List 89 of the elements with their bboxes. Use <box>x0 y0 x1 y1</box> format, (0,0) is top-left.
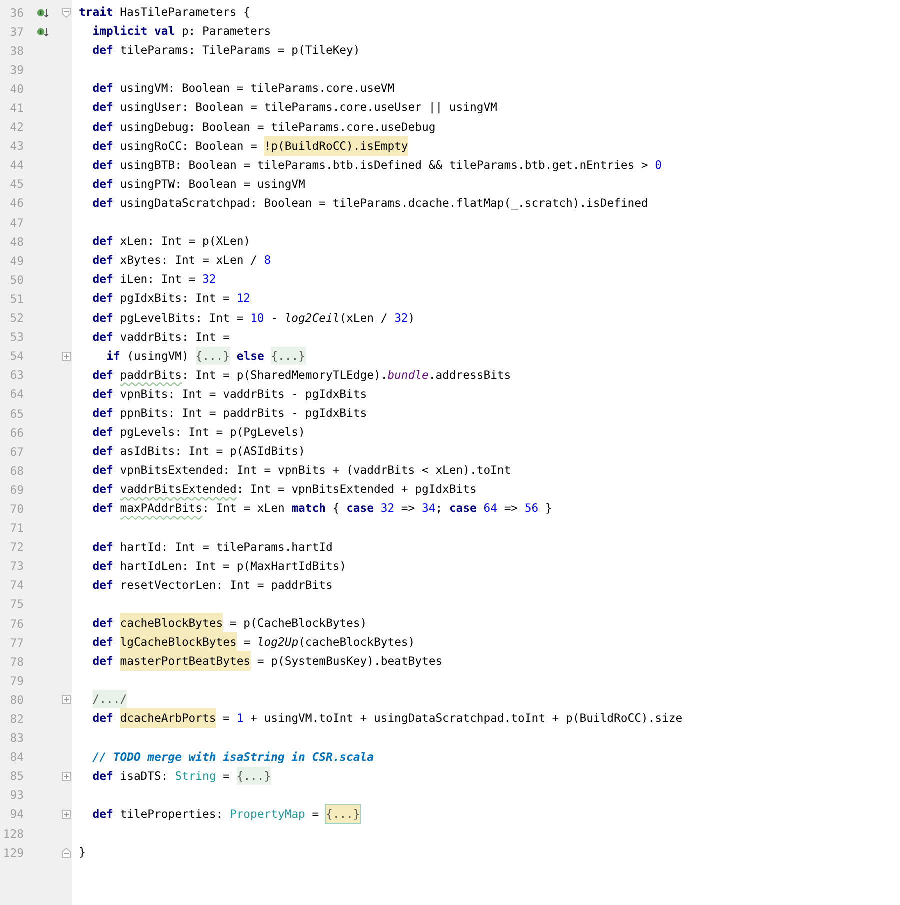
line-number: 54 <box>9 349 24 364</box>
code-line: def ppnBits: Int = paddrBits - pgIdxBits <box>92 404 368 422</box>
code-line: def isaDTS: String = {...} <box>92 766 272 786</box>
code-line: def hartId: Int = tileParams.hartId <box>92 538 333 556</box>
code-line: def paddrBits: Int = p(SharedMemoryTLEdge).bundle.addressBits <box>92 366 512 384</box>
line-number: 82 <box>9 712 24 726</box>
line-number: 74 <box>9 578 24 592</box>
line-number: 75 <box>9 597 24 612</box>
line-number: 52 <box>9 311 24 326</box>
line-number: 38 <box>9 44 24 58</box>
line-number: 66 <box>9 426 24 440</box>
code-line: def vaddrBits: Int = <box>92 328 230 346</box>
code-line: def pgLevels: Int = p(PgLevels) <box>92 424 306 442</box>
line-number: 46 <box>9 196 24 210</box>
code-line: def iLen: Int = 32 <box>92 271 216 288</box>
code-line: // TODO merge with isaString in CSR.scala <box>92 748 374 766</box>
code-line: def usingUser: Boolean = tileParams.core.useUser || usingVM <box>92 99 498 116</box>
line-number: 41 <box>9 101 24 116</box>
line-number: 72 <box>9 540 24 554</box>
code-line: def maxPAddrBits: Int = xLen match { case 32 => 34; case 64 => 56 } <box>92 500 552 518</box>
code-line: def pgLevelBits: Int = 10 - log2Ceil(xLen / 32) <box>92 310 416 326</box>
collapse-icon[interactable] <box>62 8 70 18</box>
code-line: def usingPTW: Boolean = usingVM <box>92 176 306 193</box>
line-number: 53 <box>9 330 24 344</box>
line-number: 80 <box>9 692 24 707</box>
code-line: def lgCacheBlockBytes = log2Up(cacheBlockBytes) <box>72 633 416 652</box>
code-line: def xBytes: Int = xLen / 8 <box>92 252 272 270</box>
line-number: 44 <box>9 158 24 172</box>
expand-icon[interactable] <box>62 695 70 704</box>
line-number: 83 <box>9 731 24 746</box>
line-number: 51 <box>9 292 24 306</box>
code-line: def masterPortBeatBytes = p(SystemBusKey).beatBytes <box>72 652 443 672</box>
line-number: 85 <box>9 769 24 784</box>
line-number: 42 <box>9 120 24 134</box>
code-line: def vpnBitsExtended: Int = vpnBits + (vaddrBits < xLen).toInt <box>92 462 512 480</box>
code-line: def hartIdLen: Int = p(MaxHartIdBits) <box>92 558 347 575</box>
line-number: 68 <box>9 464 24 478</box>
code-line: def cacheBlockBytes = p(CacheBlockBytes) <box>72 614 368 634</box>
line-number: 50 <box>9 272 24 287</box>
implemented-marker-icon[interactable] <box>37 26 49 38</box>
line-number: 77 <box>9 636 24 650</box>
code-line: def vpnBits: Int = vaddrBits - pgIdxBits <box>92 386 368 403</box>
code-line: def tileParams: TileParams = p(TileKey) <box>92 42 360 60</box>
line-number: 36 <box>9 6 24 20</box>
line-number: 47 <box>9 216 24 230</box>
line-number: 43 <box>9 139 24 154</box>
code-line: def usingDebug: Boolean = tileParams.core.useDebug <box>92 118 436 136</box>
line-number: 78 <box>9 654 24 669</box>
code-line: def xLen: Int = p(XLen) <box>92 233 251 250</box>
line-number: 129 <box>2 846 24 860</box>
line-number: 128 <box>2 826 24 841</box>
line-number: 70 <box>9 502 24 516</box>
expand-icon[interactable] <box>62 810 70 819</box>
code-line: def pgIdxBits: Int = 12 <box>92 290 251 308</box>
collapse-icon[interactable] <box>62 848 70 858</box>
line-number: 79 <box>9 674 24 688</box>
line-number: 63 <box>9 368 24 382</box>
expand-icon[interactable] <box>62 772 70 781</box>
line-number: 40 <box>9 82 24 96</box>
code-line: def usingBTB: Boolean = tileParams.btb.isDefined && tileParams.btb.get.nEntries > 0 <box>92 156 662 174</box>
code-line: } <box>78 844 86 862</box>
line-number: 93 <box>9 788 24 802</box>
line-number: 69 <box>9 482 24 497</box>
line-number: 49 <box>9 254 24 268</box>
code-line: def usingVM: Boolean = tileParams.core.useVM <box>92 80 395 98</box>
line-number: 65 <box>9 406 24 421</box>
line-number: 94 <box>9 807 24 822</box>
line-number: 45 <box>9 177 24 192</box>
line-number: 71 <box>9 521 24 536</box>
code-line: def vaddrBitsExtended: Int = vpnBitsExtended + pgIdxBits <box>92 481 477 498</box>
line-number: 48 <box>9 234 24 249</box>
code-line: def resetVectorLen: Int = paddrBits <box>92 576 333 594</box>
line-number: 76 <box>9 616 24 631</box>
code-line: def dcacheArbPorts = 1 + usingVM.toInt + usingDataScratchpad.toInt + p(BuildRoCC).size <box>72 709 683 729</box>
line-number: 64 <box>9 387 24 402</box>
code-line: implicit val p: Parameters <box>92 23 272 40</box>
code-line: if (usingVM) {...} else {...} <box>106 346 306 366</box>
code-line: def tileProperties: PropertyMap = {...} <box>92 804 360 824</box>
code-line: def usingRoCC: Boolean = !p(BuildRoCC).isEmpty <box>72 136 408 156</box>
line-number: 84 <box>9 750 24 764</box>
code-line: def usingDataScratchpad: Boolean = tileParams.dcache.flatMap(_.scratch).isDefined <box>92 194 648 212</box>
code-line: trait HasTileParameters { <box>78 4 250 21</box>
line-number: 67 <box>9 444 24 459</box>
code-line: def asIdBits: Int = p(ASIdBits) <box>92 443 306 460</box>
line-number: 39 <box>9 62 24 77</box>
line-number: 73 <box>9 559 24 574</box>
implemented-marker-icon[interactable] <box>37 6 49 19</box>
expand-icon[interactable] <box>62 352 70 361</box>
line-number: 37 <box>9 24 24 39</box>
